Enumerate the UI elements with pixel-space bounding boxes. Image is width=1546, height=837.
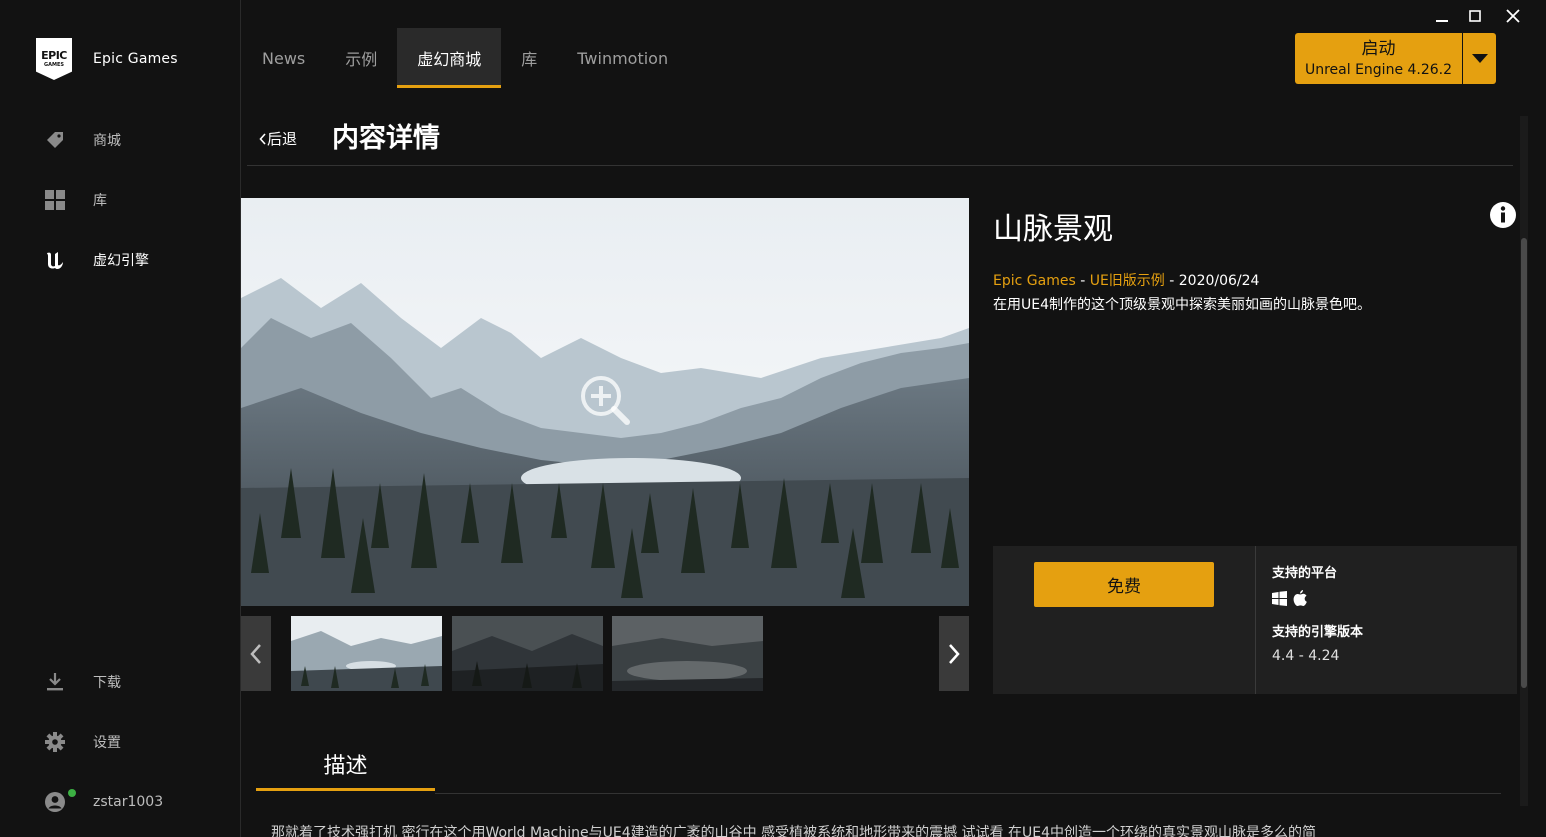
tab-library[interactable]: 库 [501, 28, 557, 88]
user-icon [44, 789, 76, 813]
carousel-next-button[interactable] [939, 616, 969, 691]
tab-samples[interactable]: 示例 [325, 28, 397, 88]
account-username: zstar1003 [93, 794, 164, 810]
sidebar-item-label: 下载 [93, 675, 121, 691]
platform-icons [1272, 590, 1307, 610]
online-status-dot [68, 789, 76, 797]
sidebar-item-library[interactable]: 库 [44, 188, 107, 212]
back-button[interactable]: 后退 [259, 128, 297, 149]
sidebar-item-label: 设置 [93, 735, 121, 751]
chevron-right-icon [949, 643, 960, 664]
sidebar-item-downloads[interactable]: 下载 [44, 670, 121, 694]
sidebar-item-label: 库 [93, 193, 107, 209]
meta-sep: - [1075, 273, 1090, 289]
minimize-button[interactable] [1429, 6, 1455, 26]
top-tabs: News 示例 虚幻商城 库 Twinmotion [242, 28, 688, 88]
tab-twinmotion[interactable]: Twinmotion [557, 28, 688, 88]
brand-name: Epic Games [93, 51, 178, 67]
thumbnail-2[interactable] [452, 616, 603, 691]
product-meta: Epic Games - UE旧版示例 - 2020/06/24 [993, 270, 1523, 290]
thumbnail-3[interactable] [612, 616, 763, 691]
launch-title: 启动 [1361, 38, 1396, 59]
release-date: 2020/06/24 [1178, 273, 1260, 289]
logo-text: EPIC [41, 48, 67, 62]
product-title: 山脉景观 [993, 212, 1113, 247]
logo-subtext: GAMES [44, 61, 64, 68]
tag-icon [44, 129, 66, 151]
platforms-heading: 支持的平台 [1272, 566, 1338, 581]
engine-versions-value: 4.4 - 4.24 [1272, 648, 1340, 664]
sidebar-item-label: 商城 [93, 133, 121, 149]
divider [435, 793, 1501, 794]
thumbnail-carousel [241, 616, 969, 691]
grid-icon [44, 189, 66, 211]
description-text: 那就着了技术强打机 密行在这个用World Machine与UE4建造的广袤的山… [271, 825, 1316, 837]
epic-games-logo: EPIC GAMES [36, 38, 72, 80]
launch-dropdown-button[interactable] [1463, 33, 1496, 84]
chevron-down-icon [1471, 49, 1488, 68]
main-content: 后退 内容详情 山脉景观 Epic Games - UE旧版示例 - 2020/… [240, 88, 1546, 837]
chevron-left-icon [250, 643, 261, 664]
divider [247, 165, 1513, 166]
panel-separator [1255, 546, 1256, 694]
page-title: 内容详情 [332, 123, 440, 154]
close-button[interactable] [1500, 6, 1526, 26]
tab-marketplace[interactable]: 虚幻商城 [397, 28, 502, 88]
zoom-in-icon[interactable] [579, 374, 631, 430]
gear-icon [44, 731, 66, 753]
product-hero-image[interactable] [241, 198, 969, 606]
sidebar: EPIC GAMES Epic Games 商城 库 虚幻引擎 下载 设置 zs… [0, 0, 240, 837]
sidebar-item-label: 虚幻引擎 [93, 253, 149, 269]
launch-engine-version: Unreal Engine 4.26.2 [1304, 61, 1453, 78]
product-info: 山脉景观 Epic Games - UE旧版示例 - 2020/06/24 在用… [993, 198, 1523, 314]
publisher-link[interactable]: Epic Games [993, 273, 1076, 289]
windows-icon [1272, 590, 1287, 610]
scrollbar[interactable] [1520, 116, 1528, 806]
launch-button[interactable]: 启动 Unreal Engine 4.26.2 [1295, 33, 1462, 84]
tab-news[interactable]: News [242, 28, 325, 88]
scrollbar-thumb[interactable] [1521, 238, 1527, 688]
purchase-panel: 免费 支持的平台 支持的引擎版本 4.4 - 4.24 [993, 546, 1517, 694]
free-button[interactable]: 免费 [1034, 562, 1214, 607]
meta-sep: - [1164, 273, 1179, 289]
sidebar-item-store[interactable]: 商城 [44, 128, 121, 152]
sidebar-item-settings[interactable]: 设置 [44, 730, 121, 754]
back-label: 后退 [267, 130, 298, 148]
chevron-left-icon [259, 132, 266, 145]
maximize-button[interactable] [1462, 6, 1488, 26]
launch-engine-button-group: 启动 Unreal Engine 4.26.2 [1295, 33, 1496, 84]
apple-icon [1293, 590, 1307, 610]
tab-description[interactable]: 描述 [256, 736, 435, 791]
product-tagline: 在用UE4制作的这个顶级景观中探索美丽如画的山脉景色吧。 [993, 297, 1371, 313]
category-link[interactable]: UE旧版示例 [1090, 273, 1165, 289]
brand[interactable]: EPIC GAMES Epic Games [36, 38, 178, 80]
engine-versions-heading: 支持的引擎版本 [1272, 625, 1364, 640]
sidebar-item-account[interactable]: zstar1003 [44, 789, 163, 814]
unreal-icon [44, 249, 66, 271]
thumbnail-1[interactable] [291, 616, 442, 691]
sidebar-item-unreal-engine[interactable]: 虚幻引擎 [44, 248, 149, 272]
download-icon [44, 671, 66, 693]
carousel-prev-button[interactable] [241, 616, 271, 691]
info-icon[interactable] [1489, 201, 1517, 233]
